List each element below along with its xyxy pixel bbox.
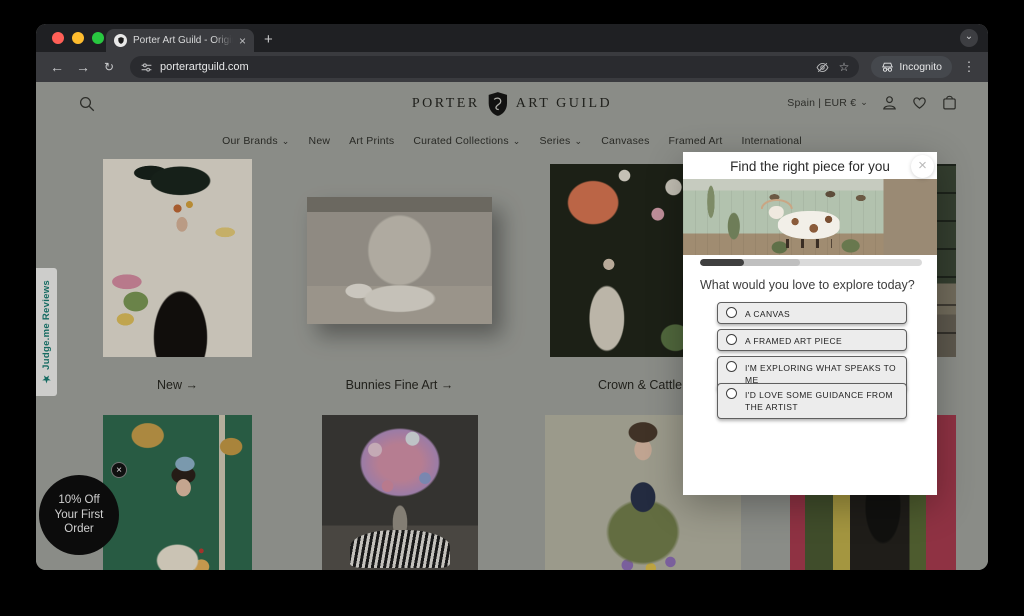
browser-window: Porter Art Guild - Original Exc × + ⌄ ← … — [36, 24, 988, 570]
tab-close-icon[interactable]: × — [239, 35, 246, 47]
modal-close-icon[interactable]: × — [911, 155, 934, 178]
discount-badge[interactable]: 10% Off Your First Order — [39, 475, 119, 555]
discount-line3: Order — [64, 522, 93, 537]
incognito-badge: Incognito — [871, 56, 952, 78]
traffic-lights — [52, 32, 104, 44]
chevron-down-icon: ⌄ — [282, 137, 290, 146]
artwork-bunnies-interior[interactable] — [307, 197, 492, 324]
window-minimize-button[interactable] — [72, 32, 84, 44]
window-zoom-button[interactable] — [92, 32, 104, 44]
quiz-modal: × Find the right piece for you What woul… — [683, 152, 937, 495]
address-bar[interactable]: porterartguild.com ☆ — [130, 56, 859, 78]
forward-icon[interactable]: → — [72, 59, 94, 75]
url-text: porterartguild.com — [160, 61, 809, 73]
nav-new[interactable]: New — [309, 135, 331, 147]
artwork-crow-portrait[interactable] — [103, 159, 252, 357]
logo-crest-icon — [487, 91, 509, 117]
window-close-button[interactable] — [52, 32, 64, 44]
artwork-crown-woman[interactable] — [103, 415, 252, 570]
quiz-progress-bar — [700, 259, 922, 266]
collection-link-new[interactable]: New → — [103, 378, 252, 394]
bookmark-star-icon[interactable]: ☆ — [839, 60, 850, 74]
radio-icon[interactable] — [726, 361, 737, 372]
nav-framed-art[interactable]: Framed Art — [669, 135, 723, 147]
quiz-question: What would you love to explore today? — [700, 278, 915, 292]
browser-menu-icon[interactable]: ⋮ — [960, 59, 978, 75]
browser-tab[interactable]: Porter Art Guild - Original Exc × — [106, 29, 254, 52]
option-a-canvas[interactable]: A CANVAS — [717, 302, 907, 324]
tab-favicon-shield-icon — [114, 34, 127, 47]
browser-toolbar: ← → ↻ porterartguild.com ☆ Incognito — [36, 52, 988, 82]
cow-horns — [761, 199, 793, 209]
nav-curated-collections[interactable]: Curated Collections⌄ — [413, 135, 520, 147]
judgeme-reviews-tab[interactable]: ★ Judge.me Reviews — [36, 268, 57, 396]
judgeme-label: Judge.me Reviews — [41, 280, 52, 370]
page-content: PORTER ART GUILD Spain | EUR € ⌄ — [36, 82, 988, 570]
chevron-down-icon: ⌄ — [575, 137, 583, 146]
discount-line2: Your First — [55, 508, 104, 523]
progress-fill — [700, 259, 744, 266]
cart-bag-icon[interactable] — [941, 94, 958, 111]
main-nav: Our Brands⌄ New Art Prints Curated Colle… — [36, 128, 988, 154]
modal-title: Find the right piece for you — [683, 159, 937, 174]
chevron-down-icon: ⌄ — [860, 98, 868, 107]
zebra-figure — [350, 530, 450, 568]
tab-strip: Porter Art Guild - Original Exc × + ⌄ — [36, 24, 988, 52]
artwork-zebra-floral[interactable] — [322, 415, 478, 570]
radio-icon[interactable] — [726, 388, 737, 399]
option-a-framed-art-piece[interactable]: A FRAMED ART PIECE — [717, 329, 907, 351]
site-header: PORTER ART GUILD Spain | EUR € ⌄ — [36, 82, 988, 128]
radio-icon[interactable] — [726, 307, 737, 318]
account-icon[interactable] — [881, 94, 898, 111]
modal-hero-image-longhorn-barn — [683, 179, 937, 255]
wishlist-heart-icon[interactable] — [911, 94, 928, 111]
logo-text-right: ART GUILD — [516, 96, 612, 112]
longhorn-cow-figure — [778, 211, 840, 239]
collection-link-bunnies-fine-art[interactable]: Bunnies Fine Art → — [307, 378, 492, 394]
nav-canvases[interactable]: Canvases — [601, 135, 649, 147]
discount-close-icon[interactable]: × — [111, 462, 127, 478]
option-guidance-from-the-artist[interactable]: I'D LOVE SOME GUIDANCE FROM THE ARTIST — [717, 383, 907, 419]
incognito-label: Incognito — [899, 61, 942, 73]
nav-series[interactable]: Series⌄ — [540, 135, 583, 147]
site-settings-icon[interactable] — [140, 61, 153, 74]
reload-icon[interactable]: ↻ — [98, 60, 120, 74]
radio-icon[interactable] — [726, 334, 737, 345]
new-tab-icon[interactable]: + — [264, 30, 273, 50]
locale-label: Spain | EUR € — [787, 97, 856, 109]
nav-our-brands[interactable]: Our Brands⌄ — [222, 135, 289, 147]
nav-international[interactable]: International — [741, 135, 801, 147]
back-icon[interactable]: ← — [46, 59, 68, 75]
tab-search-chevron-icon[interactable]: ⌄ — [960, 29, 978, 47]
logo-text-left: PORTER — [412, 96, 480, 112]
locale-selector[interactable]: Spain | EUR € ⌄ — [787, 97, 868, 109]
site-logo[interactable]: PORTER ART GUILD — [412, 91, 612, 117]
eye-off-icon[interactable] — [816, 61, 829, 74]
discount-line1: 10% Off — [58, 493, 99, 508]
tab-title: Porter Art Guild - Original Exc — [133, 35, 233, 46]
incognito-icon — [881, 62, 894, 73]
search-icon[interactable] — [78, 95, 96, 113]
judgeme-star-icon: ★ — [41, 370, 52, 384]
nav-art-prints[interactable]: Art Prints — [349, 135, 394, 147]
chevron-down-icon: ⌄ — [513, 137, 521, 146]
